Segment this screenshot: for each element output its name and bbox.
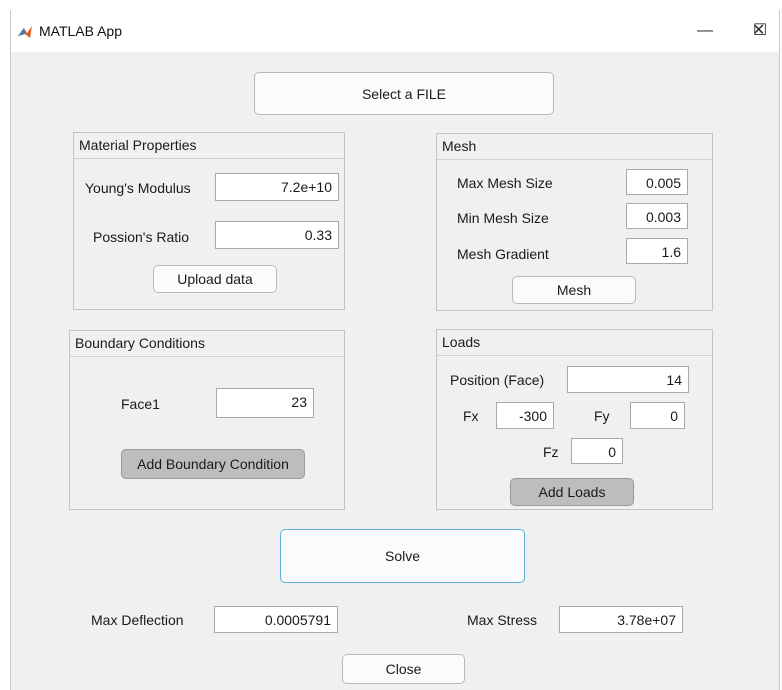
max-stress-label: Max Stress <box>467 612 538 628</box>
boundary-conditions-title: Boundary Conditions <box>70 331 344 357</box>
material-properties-title: Material Properties <box>74 133 344 159</box>
material-properties-panel: Material Properties Young's Modulus 7.2e… <box>73 132 345 310</box>
fy-label: Fy <box>594 408 610 424</box>
mesh-button[interactable]: Mesh <box>512 276 636 304</box>
loads-title: Loads <box>437 330 712 356</box>
title-bar: MATLAB App — ☐ <box>11 10 779 52</box>
window-title: MATLAB App <box>39 23 123 39</box>
mesh-title: Mesh <box>437 134 712 160</box>
poisson-ratio-label: Possion's Ratio <box>93 229 190 245</box>
poisson-ratio-field[interactable]: 0.33 <box>215 221 339 249</box>
face1-field[interactable]: 23 <box>216 388 314 418</box>
mesh-gradient-label: Mesh Gradient <box>457 246 549 262</box>
fy-field[interactable]: 0 <box>630 402 685 429</box>
max-mesh-size-label: Max Mesh Size <box>457 175 553 191</box>
mesh-gradient-field[interactable]: 1.6 <box>626 238 688 264</box>
add-boundary-condition-button[interactable]: Add Boundary Condition <box>121 449 305 479</box>
fx-field[interactable]: -300 <box>496 402 554 429</box>
close-button[interactable]: Close <box>342 654 465 684</box>
position-face-field[interactable]: 14 <box>567 366 689 393</box>
fz-field[interactable]: 0 <box>571 438 623 464</box>
face1-label: Face1 <box>121 396 160 412</box>
min-mesh-size-field[interactable]: 0.003 <box>626 203 688 229</box>
fx-label: Fx <box>463 408 479 424</box>
app-window: MATLAB App — ☐ Select a FILE Material Pr… <box>10 10 780 690</box>
max-deflection-field[interactable]: 0.0005791 <box>214 606 338 633</box>
add-loads-button[interactable]: Add Loads <box>510 478 634 506</box>
loads-panel: Loads Position (Face) 14 Fx -300 Fy 0 Fz… <box>436 329 713 510</box>
min-mesh-size-label: Min Mesh Size <box>457 210 549 226</box>
youngs-modulus-field[interactable]: 7.2e+10 <box>215 173 339 201</box>
minimize-icon[interactable]: — <box>694 20 716 42</box>
boundary-conditions-panel: Boundary Conditions Face1 23 Add Boundar… <box>69 330 345 510</box>
youngs-modulus-label: Young's Modulus <box>85 180 191 196</box>
close-icon[interactable]: ✕ <box>752 20 765 40</box>
select-file-button[interactable]: Select a FILE <box>254 72 554 115</box>
max-mesh-size-field[interactable]: 0.005 <box>626 169 688 195</box>
fz-label: Fz <box>543 444 559 460</box>
upload-data-button[interactable]: Upload data <box>153 265 277 293</box>
mesh-panel: Mesh Max Mesh Size 0.005 Min Mesh Size 0… <box>436 133 713 311</box>
matlab-logo-icon <box>17 24 33 40</box>
solve-button[interactable]: Solve <box>280 529 525 583</box>
max-stress-field[interactable]: 3.78e+07 <box>559 606 683 633</box>
max-deflection-label: Max Deflection <box>91 612 184 628</box>
position-face-label: Position (Face) <box>450 372 545 388</box>
